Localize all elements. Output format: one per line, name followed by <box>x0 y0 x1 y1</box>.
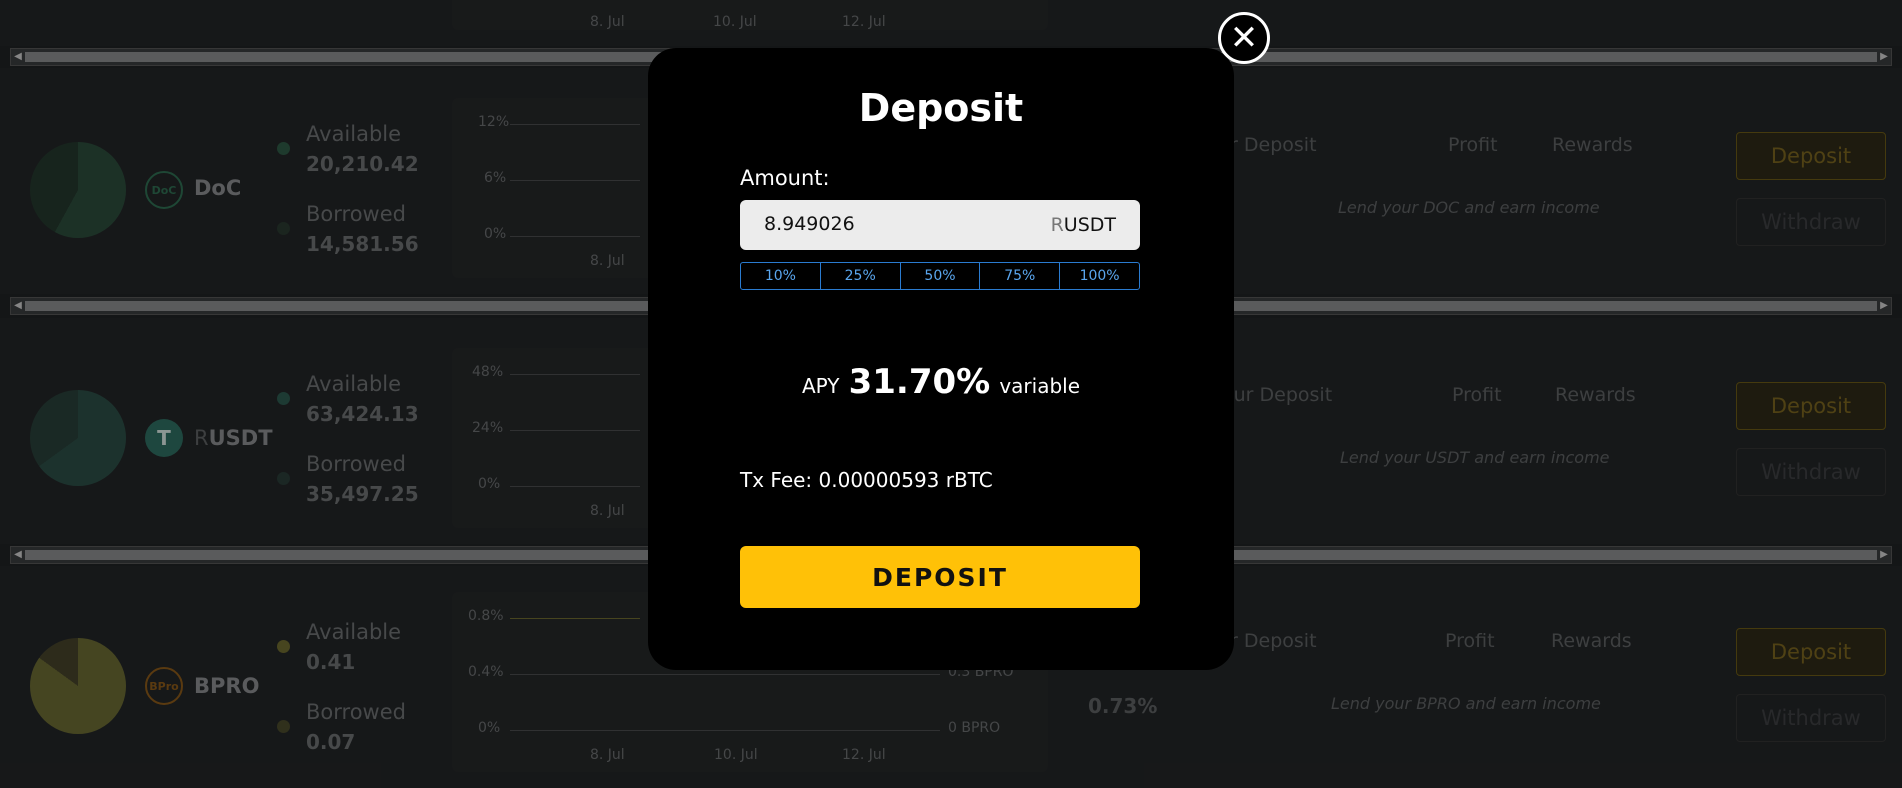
tx-fee: Tx Fee: 0.00000593 rBTC <box>740 468 993 492</box>
percent-100-button[interactable]: 100% <box>1060 263 1139 289</box>
amount-label: Amount: <box>740 166 830 190</box>
apy-value: 31.70% <box>848 362 991 402</box>
apy-display: APY 31.70% variable <box>648 362 1234 402</box>
amount-input[interactable] <box>764 213 1014 235</box>
page: 8. Jul 10. Jul 12. Jul ◀ ▶ DoC DoC Avail… <box>0 0 1902 788</box>
deposit-submit-button[interactable]: DEPOSIT <box>740 546 1140 608</box>
deposit-modal: Deposit Amount: RUSDT 10% 25% 50% 75% 10… <box>648 48 1234 670</box>
amount-field[interactable]: RUSDT <box>740 200 1140 250</box>
percent-selector: 10% 25% 50% 75% 100% <box>740 262 1140 290</box>
apy-type: variable <box>999 374 1081 398</box>
percent-10-button[interactable]: 10% <box>741 263 821 289</box>
close-icon[interactable]: ✕ <box>1218 12 1270 64</box>
percent-50-button[interactable]: 50% <box>901 263 981 289</box>
percent-75-button[interactable]: 75% <box>980 263 1061 289</box>
amount-unit: RUSDT <box>1050 214 1116 236</box>
apy-label: APY <box>801 374 840 398</box>
modal-title: Deposit <box>858 86 1024 130</box>
percent-25-button[interactable]: 25% <box>821 263 901 289</box>
